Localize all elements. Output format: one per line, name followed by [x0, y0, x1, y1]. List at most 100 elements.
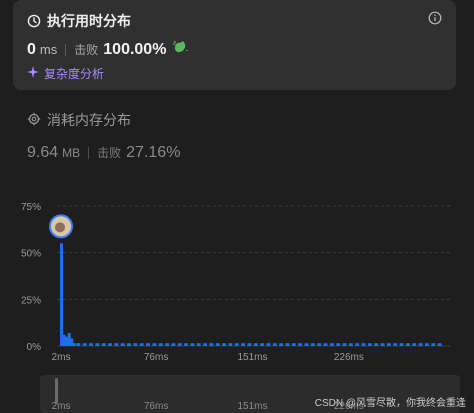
- range-tick-label: 2ms: [52, 401, 71, 412]
- bar: [146, 343, 150, 346]
- bar: [101, 343, 106, 346]
- bar: [355, 343, 360, 346]
- bar: [89, 343, 93, 346]
- bar: [190, 343, 195, 346]
- bar: [424, 343, 429, 346]
- memory-unit: MB: [62, 146, 81, 160]
- info-icon[interactable]: [428, 11, 442, 30]
- y-tick-label: 25%: [21, 295, 41, 306]
- bar: [222, 343, 227, 346]
- complexity-analysis-link[interactable]: 复杂度分析: [27, 65, 104, 82]
- bar: [247, 343, 252, 346]
- bar: [329, 343, 334, 346]
- bar: [367, 343, 372, 346]
- bar: [62, 334, 66, 346]
- bar: [266, 343, 271, 346]
- memory-section: 消耗内存分布 9.64 MB 击败 27.16%: [27, 110, 180, 162]
- bar: [127, 343, 131, 346]
- bar: [272, 343, 277, 346]
- bar: [203, 343, 208, 346]
- sparkle-icon: [27, 66, 39, 81]
- bar: [279, 343, 284, 346]
- memory-beat-label: 击败: [97, 146, 122, 160]
- bar: [70, 338, 74, 346]
- bar: [291, 343, 296, 346]
- bar: [374, 343, 379, 346]
- complexity-analysis-label: 复杂度分析: [44, 67, 105, 81]
- bar: [298, 343, 303, 346]
- memory-title-row: 消耗内存分布: [27, 110, 180, 130]
- memory-title: 消耗内存分布: [47, 112, 131, 128]
- bar: [317, 343, 322, 346]
- bar: [285, 343, 290, 346]
- memory-value: 9.64: [27, 144, 59, 161]
- divider: [65, 43, 67, 56]
- runtime-title: 执行用时分布: [47, 13, 131, 29]
- bar: [253, 343, 258, 346]
- clap-icon: [172, 40, 189, 57]
- runtime-beat-value: 100.00%: [103, 41, 167, 58]
- x-tick-label: 2ms: [52, 352, 71, 363]
- bar: [234, 343, 239, 346]
- bar: [386, 343, 391, 346]
- runtime-card: 执行用时分布 0 ms 击败 100.00% 复杂度分析: [13, 0, 456, 90]
- bar: [171, 343, 176, 346]
- bar: [418, 343, 423, 346]
- bar: [139, 343, 144, 346]
- bar: [152, 343, 157, 346]
- bar: [133, 343, 138, 346]
- bar: [241, 343, 246, 346]
- bar: [310, 343, 315, 346]
- bar: [361, 343, 366, 346]
- bar: [196, 343, 201, 346]
- bar: [380, 343, 385, 346]
- bar: [342, 343, 347, 346]
- bar: [120, 343, 125, 346]
- bar: [304, 343, 309, 346]
- bar: [82, 343, 87, 346]
- bar: [76, 343, 81, 346]
- memory-chip-icon: [27, 112, 41, 129]
- runtime-beat-label: 击败: [74, 43, 99, 57]
- bar: [60, 243, 63, 346]
- memory-stats: 9.64 MB 击败 27.16%: [27, 144, 180, 162]
- x-tick-label: 151ms: [237, 352, 267, 363]
- range-tick-label: 151ms: [237, 401, 267, 412]
- bar: [108, 343, 112, 346]
- runtime-unit: ms: [39, 42, 58, 57]
- bar: [323, 343, 328, 346]
- memory-beat-value: 27.16%: [126, 144, 181, 161]
- y-tick-label: 50%: [21, 249, 41, 260]
- memory-distribution-chart[interactable]: 75% 50% 25% 0% 2ms 76ms 151ms 226ms: [0, 190, 474, 370]
- bar: [348, 343, 353, 346]
- bar: [228, 343, 233, 346]
- runtime-stats: 0 ms 击败 100.00%: [27, 40, 189, 59]
- avatar-face: [55, 222, 65, 233]
- x-tick-label: 76ms: [144, 352, 168, 363]
- watermark: CSDN @风雪尽散，你我终会重逢: [314, 398, 466, 409]
- bar: [165, 343, 169, 346]
- bar: [95, 343, 100, 346]
- bar: [393, 343, 398, 346]
- bar: [177, 343, 182, 346]
- bar: [72, 343, 76, 346]
- x-tick-label: 226ms: [334, 352, 364, 363]
- bar: [67, 332, 71, 346]
- range-tick-label: 76ms: [144, 401, 168, 412]
- bar: [399, 343, 404, 346]
- runtime-title-row: 执行用时分布: [27, 11, 131, 31]
- bar: [437, 343, 442, 346]
- clock-icon: [27, 14, 41, 28]
- bar: [65, 336, 69, 346]
- bar: [215, 343, 220, 346]
- bar: [336, 343, 341, 346]
- bar: [405, 343, 410, 346]
- bar: [114, 343, 119, 346]
- y-tick-label: 75%: [21, 202, 41, 213]
- bar: [209, 343, 214, 346]
- runtime-value: 0: [27, 41, 36, 58]
- bar: [158, 343, 163, 346]
- bar: [260, 343, 265, 346]
- bar: [412, 343, 417, 346]
- y-tick-label: 0%: [27, 342, 42, 353]
